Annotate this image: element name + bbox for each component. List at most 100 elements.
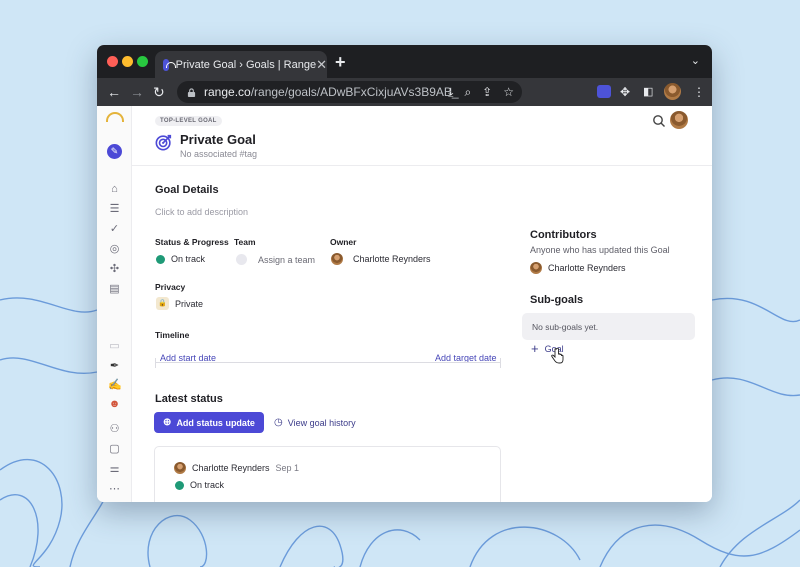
goals-target-icon[interactable]: ◎ — [108, 243, 121, 256]
team-placeholder-icon — [236, 254, 247, 265]
subgoals-heading: Sub-goals — [530, 294, 584, 306]
tab-title: Private Goal › Goals | Range — [175, 58, 317, 71]
goal-target-icon — [155, 134, 172, 151]
status-text: On track — [171, 254, 206, 264]
lock-emoji-icon: 🔒 — [156, 297, 169, 310]
browser-menu-icon[interactable]: ⋮ — [693, 82, 705, 102]
status-card-author: Charlotte Reynders Sep 1 — [174, 462, 299, 474]
back-icon[interactable]: ← — [107, 82, 121, 102]
check-circle-icon[interactable]: ✓ — [108, 223, 121, 236]
timeline-track — [155, 362, 501, 363]
url-host: range.co — [204, 85, 251, 99]
status-value[interactable]: On track — [156, 254, 205, 264]
browser-tab[interactable]: Private Goal › Goals | Range ✕ — [155, 51, 327, 78]
contributors-heading: Contributors — [530, 229, 597, 241]
status-card-text: On track — [190, 480, 225, 490]
subgoals-empty-text: No sub-goals yet. — [532, 321, 599, 332]
add-status-update-label: Add status update — [176, 417, 255, 428]
install-icon[interactable]: ⤓ — [448, 85, 453, 100]
page-emoji-icon[interactable]: ▭ — [108, 340, 121, 353]
timeline-start-tick — [155, 358, 156, 368]
goal-tag[interactable]: No associated #tag — [180, 149, 257, 159]
feather-emoji-icon[interactable]: ✒ — [108, 360, 121, 373]
close-window-button[interactable] — [107, 56, 118, 67]
extensions-puzzle-icon[interactable]: ✥ — [620, 82, 630, 102]
plus-icon: + — [531, 341, 539, 356]
bookmark-star-icon[interactable]: ☆ — [503, 85, 514, 100]
range-logo-icon[interactable] — [106, 112, 124, 122]
range-favicon-icon — [163, 58, 176, 71]
update-date: Sep 1 — [275, 463, 300, 473]
view-goal-history-link[interactable]: ◷ View goal history — [274, 417, 356, 428]
search-icon[interactable] — [652, 114, 666, 128]
tab-search-icon[interactable]: ⌄ — [691, 54, 700, 67]
profile-avatar[interactable] — [664, 83, 681, 100]
address-bar[interactable]: range.co /range/goals/ADwBFxCixjuAVs3B9A… — [177, 81, 522, 103]
clipboard-icon[interactable]: ▤ — [108, 283, 121, 296]
privacy-text: Private — [175, 298, 204, 309]
timeline-label: Timeline — [155, 330, 190, 340]
hand-cursor-icon — [551, 348, 564, 364]
user-avatar[interactable] — [670, 111, 688, 129]
team-value[interactable]: Assign a team — [236, 254, 315, 265]
share-icon[interactable]: ⇪ — [482, 85, 492, 100]
author-name: Charlotte Reynders — [192, 463, 270, 473]
compose-button[interactable]: ✎ — [107, 144, 122, 159]
timeline-end-tick — [500, 358, 501, 368]
add-user-icon[interactable]: ⚇ — [108, 423, 121, 436]
goal-details-heading: Goal Details — [155, 184, 219, 196]
browser-window: Private Goal › Goals | Range ✕ + ⌄ ← → ↻… — [97, 45, 712, 502]
latest-status-heading: Latest status — [155, 393, 223, 405]
owner-label: Owner — [330, 237, 357, 247]
contributor-item[interactable]: Charlotte Reynders — [530, 262, 626, 274]
status-update-card[interactable]: Charlotte Reynders Sep 1 On track — [154, 446, 501, 502]
subgoals-empty-state: No sub-goals yet. — [522, 313, 695, 340]
status-label: Status & Progress — [155, 237, 229, 247]
owner-value[interactable]: Charlotte Reynders — [331, 253, 431, 265]
contributors-subtitle: Anyone who has updated this Goal — [530, 245, 670, 255]
list-icon[interactable]: ☰ — [108, 203, 121, 216]
minimize-window-button[interactable] — [122, 56, 133, 67]
forward-icon[interactable]: → — [130, 82, 144, 102]
goal-level-badge: TOP-LEVEL GOAL — [155, 116, 222, 126]
maximize-window-button[interactable] — [137, 56, 148, 67]
lock-icon — [187, 87, 196, 97]
contributor-avatar — [530, 262, 542, 274]
zoom-icon[interactable]: ⌕ — [464, 85, 471, 100]
integrations-icon[interactable]: ✣ — [108, 263, 121, 276]
status-dot-icon — [175, 480, 184, 490]
status-card-status: On track — [175, 480, 224, 490]
privacy-value[interactable]: 🔒 Private — [156, 297, 203, 310]
add-status-update-button[interactable]: ⊕ Add status update — [154, 412, 264, 433]
owner-text: Charlotte Reynders — [353, 254, 431, 264]
browser-toolbar: ← → ↻ range.co /range/goals/ADwBFxCixjuA… — [97, 78, 712, 106]
clock-icon: ◷ — [274, 417, 283, 428]
settings-sliders-icon[interactable]: ⚌ — [108, 463, 121, 476]
tab-close-icon[interactable]: ✕ — [316, 57, 327, 73]
goal-title[interactable]: Private Goal — [180, 132, 256, 147]
view-goal-history-label: View goal history — [287, 417, 356, 428]
more-icon[interactable]: ⋯ — [108, 483, 121, 496]
team-text: Assign a team — [258, 254, 316, 265]
new-tab-button[interactable]: + — [335, 52, 346, 73]
author-avatar — [174, 462, 186, 474]
range-extension-icon[interactable] — [597, 85, 611, 98]
url-path: /range/goals/ADwBFxCixjuAVs3B9AB_ — [250, 85, 459, 99]
status-dot-icon — [156, 254, 165, 264]
goal-header: TOP-LEVEL GOAL Private Goal No associate… — [132, 106, 712, 166]
side-panel-icon[interactable]: ◧ — [643, 82, 653, 102]
tab-strip: Private Goal › Goals | Range ✕ + ⌄ — [97, 45, 712, 78]
feedback-icon[interactable]: ▢ — [108, 443, 121, 456]
person-emoji-icon[interactable]: ☻ — [108, 398, 121, 411]
range-app: ✎ ⌂ ☰ ✓ ◎ ✣ ▤ ▭ ✒ ✍ ☻ ⚇ ▢ ⚌ ⋯ TOP-LEVEL … — [97, 106, 712, 502]
home-icon[interactable]: ⌂ — [108, 183, 121, 196]
team-label: Team — [234, 237, 256, 247]
sidebar: ✎ ⌂ ☰ ✓ ◎ ✣ ▤ ▭ ✒ ✍ ☻ ⚇ ▢ ⚌ ⋯ — [97, 106, 132, 502]
owner-avatar — [331, 253, 343, 265]
contributor-name: Charlotte Reynders — [548, 263, 626, 273]
description-placeholder[interactable]: Click to add description — [155, 207, 248, 217]
add-circle-icon: ⊕ — [163, 417, 172, 428]
reload-icon[interactable]: ↻ — [153, 82, 165, 102]
privacy-label: Privacy — [155, 282, 186, 292]
writing-hand-emoji-icon[interactable]: ✍ — [108, 379, 122, 392]
